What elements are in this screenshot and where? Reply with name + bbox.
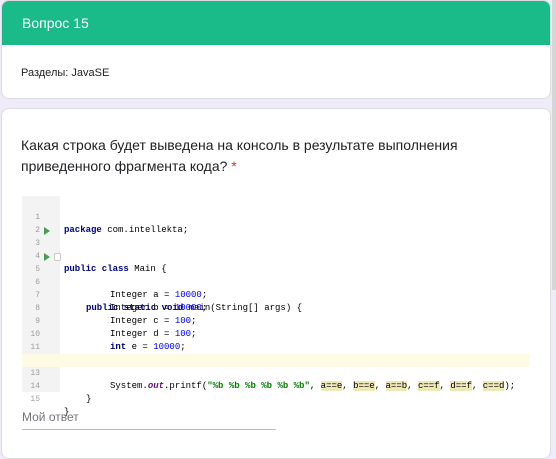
section-description: Разделы: JavaSE [21,67,110,79]
line-number: 15 [30,395,40,404]
required-asterisk: * [231,158,237,174]
question-card: Какая строка будет выведена на консоль в… [1,108,551,459]
code-line-14: 14 } [22,367,530,404]
code-line-3: 3 public class Main { [22,224,530,274]
code-line-12: 12 [22,341,530,365]
code-line-13: 13 System.out.printf("%b %b %b %b %b %b"… [22,354,530,391]
fold-marker-icon[interactable] [54,253,61,261]
run-arrow-icon[interactable] [44,227,50,235]
code-line-5: 5 public static void main(String[] args)… [22,250,530,313]
code-line-1: 1 package com.intellekta; [22,198,530,235]
page-scrollbar[interactable] [552,0,556,290]
answer-underline [22,429,276,430]
code-line-4: 4 [22,237,530,261]
code-line-2: 2 [22,211,530,235]
run-arrow-icon[interactable] [44,253,50,261]
code-line-10: 10 int e = 10000; [22,315,530,352]
section-card: Вопрос 15 Разделы: JavaSE [1,0,551,99]
code-line-7: 7 Integer b = 10000; [22,276,530,313]
code-line-6: 6 Integer a = 10000; [22,263,530,300]
code-line-15: 15 } [22,380,530,417]
code-text: } [86,394,92,404]
code-line-11: 11 int f = 100; [22,328,530,365]
code-snippet-image: 1 package com.intellekta; 2 3 public cla… [22,196,530,417]
question-title: Какая строка будет выведена на консоль в… [21,135,521,177]
question-text: Какая строка будет выведена на консоль в… [21,137,458,174]
section-title: Вопрос 15 [2,1,550,45]
code-line-8: 8 Integer c = 100; [22,289,530,326]
answer-input[interactable]: Мой ответ [22,410,79,424]
code-line-9: 9 Integer d = 100; [22,302,530,339]
